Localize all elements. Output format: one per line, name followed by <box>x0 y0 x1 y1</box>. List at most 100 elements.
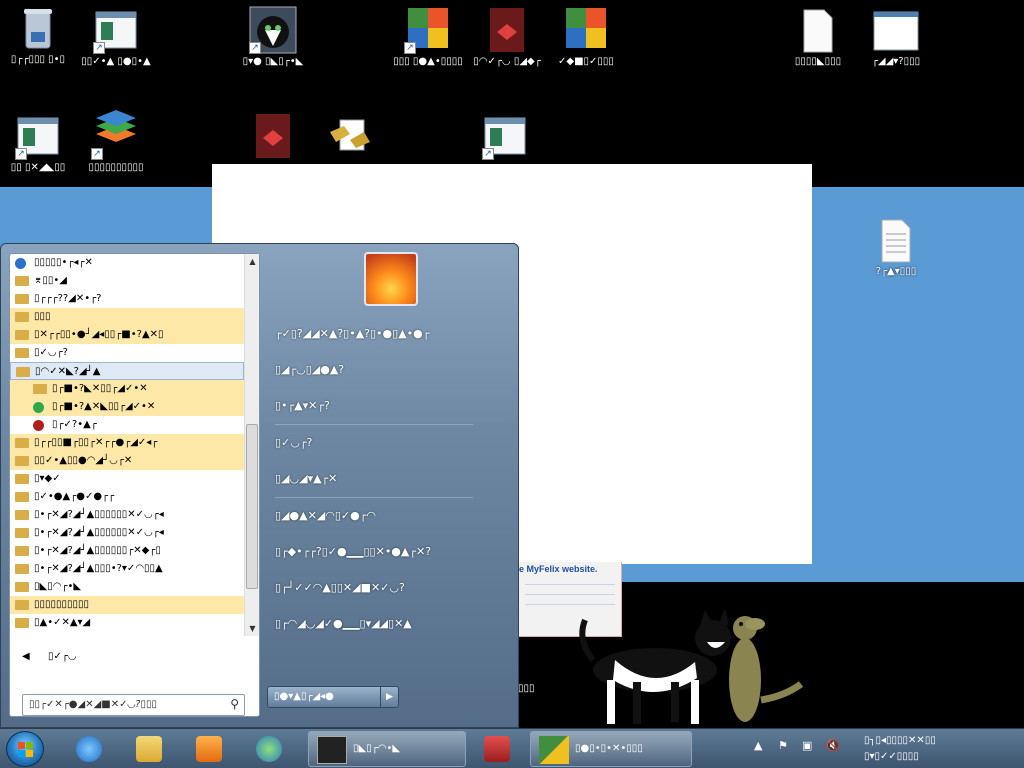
folder-icon <box>15 546 29 556</box>
scrollbar-thumb[interactable] <box>246 424 258 589</box>
desktop-icon-avg2[interactable]: ✓◆■▯✓▯▯▯ <box>536 6 636 68</box>
program-item[interactable]: ▯•┌✕◢?◢┘▲▯▯▯▯▯▯✕✓◡┌◂ <box>10 506 244 524</box>
shortcut-arrow-icon: ↗ <box>249 42 261 54</box>
program-item[interactable]: ▯✓◡┌? <box>10 344 244 362</box>
all-programs-list[interactable]: ▯▯▯▯▯•┌◂┌✕ ⌆▯▯•◢ ▯┌┌┌??◢✕•┌? ▯▯▯ ▯✕┌┌▯▯•●┘◢◂… <box>10 254 244 636</box>
folder-icon <box>15 492 29 502</box>
app-icon <box>33 420 44 431</box>
desktop-icon-app1[interactable]: ↗ ▯▯✓•▲ ▯●▯•▲ <box>66 10 166 68</box>
media-player-icon[interactable] <box>184 733 232 765</box>
cat-thumbnail-icon <box>317 736 347 764</box>
network-icon[interactable]: ▣ <box>802 739 812 752</box>
internet-explorer-icon[interactable] <box>64 733 112 765</box>
volume-muted-icon[interactable]: 🔇 <box>826 739 840 752</box>
right-pane-link[interactable]: ▯◢◡◢▾▲┌✕ <box>263 461 513 497</box>
folder-icon <box>15 510 29 520</box>
scroll-up-arrow-icon[interactable]: ▲ <box>245 254 260 269</box>
program-label: ▯▯▯▯▯▯▯▯▯▯ <box>34 599 90 610</box>
program-item[interactable]: ▯┌■•?◣✕▯▯┌◢✓•✕ <box>10 380 244 398</box>
right-pane-link[interactable]: ▯•┌▲▾✕┌? <box>263 388 513 424</box>
right-pane-link[interactable]: ▯◢┌◡▯◢●▲? <box>263 352 513 388</box>
folder-icon <box>15 348 29 358</box>
shortcut-arrow-icon: ↗ <box>91 148 103 160</box>
program-item[interactable]: ▯▾◆✓ <box>10 470 244 488</box>
program-item[interactable]: ▯✓•●▲┌●✓●┌┌ <box>10 488 244 506</box>
desktop-icon-label-partial: ▯▯▯ <box>518 683 535 694</box>
desktop-icon-cat[interactable]: ↗ ▯▾● ▯◣▯┌•◣ <box>223 6 323 68</box>
file-explorer-icon[interactable] <box>124 733 172 765</box>
icon-label: ▯▯▯▯▯▯▯▯▯▯ <box>88 162 144 173</box>
search-icon[interactable]: ⚲ <box>230 697 239 711</box>
window-app-icon: ↗ <box>15 116 61 160</box>
program-label: ▯✕┌┌▯▯•●┘◢◂▯▯┌■•?▲✕▯ <box>34 329 164 340</box>
program-item[interactable]: ▯▯▯▯▯•┌◂┌✕ <box>10 254 244 272</box>
folder-icon <box>15 276 29 286</box>
folder-icon <box>15 528 29 538</box>
avg-icon <box>562 6 610 54</box>
program-item[interactable]: ▯✕┌┌▯▯•●┘◢◂▯▯┌■•?▲✕▯ <box>10 326 244 344</box>
right-pane-link[interactable]: ▯✓◡┌? <box>263 425 513 461</box>
program-item[interactable]: ▯◣▯◠┌•◣ <box>10 578 244 596</box>
show-hidden-icons-icon[interactable]: ▲ <box>754 739 762 752</box>
taskbar-task-cat[interactable]: ▯◣▯┌◠•◣ <box>308 731 466 767</box>
start-menu[interactable]: ▯▯▯▯▯•┌◂┌✕ ⌆▯▯•◢ ▯┌┌┌??◢✕•┌? ▯▯▯ ▯✕┌┌▯▯•●┘◢◂… <box>0 243 519 728</box>
program-label: ▯◣▯◠┌•◣ <box>34 581 82 592</box>
window-app-icon[interactable]: ↗ <box>482 116 528 160</box>
program-item[interactable]: ▯┌┌┌??◢✕•┌? <box>10 290 244 308</box>
handshake-icon[interactable] <box>326 112 374 160</box>
icon-label: ✓◆■▯✓▯▯▯ <box>558 56 614 67</box>
right-pane-link[interactable]: ┌✓▯?◢◢✕▲?▯•▲?▯•●▯▲•●┌ <box>263 316 513 352</box>
program-item[interactable]: ▯▯▯ <box>10 308 244 326</box>
taskbar-task-avg[interactable]: ▯●▯•▯•✕•▯▯▯ <box>530 731 692 767</box>
program-item[interactable]: ▯┌■•?▲✕◣▯▯┌◢✓•✕ <box>10 398 244 416</box>
red-document-icon[interactable] <box>254 112 292 158</box>
program-item[interactable]: ⌆▯▯•◢ <box>10 272 244 290</box>
right-pane-link[interactable]: ▯┌┘✓✓◠▲▯▯✕◢■✕✓◡? <box>263 570 513 606</box>
avg-icon: ↗ <box>404 6 452 54</box>
program-item[interactable]: ▯•┌✕◢?◢┘▲▯▯▯▯▯▯✕✓◡┌◂ <box>10 524 244 542</box>
program-item[interactable]: ▯◠✓✕◣?◢┘▲ <box>10 362 244 380</box>
folder-icon <box>15 330 29 340</box>
right-pane-link[interactable]: ▯┌◆•┌┌?▯✓●▁▁▯▯✕•●▲┌✕? <box>263 534 513 570</box>
program-label: ▯┌■•?◣✕▯▯┌◢✓•✕ <box>52 383 148 394</box>
shutdown-button[interactable]: ▯●▾▲▯┌◢◂● ▶ <box>267 686 399 708</box>
program-item[interactable]: ▯┌✓?•▲┌ <box>10 416 244 434</box>
task-label: ▯◣▯┌◠•◣ <box>353 743 401 754</box>
shutdown-options-arrow-icon[interactable]: ▶ <box>380 687 398 707</box>
program-item[interactable]: ▯•┌✕◢?◢┘▲▯▯▯▯▯▯┌✕◆┌▯ <box>10 542 244 560</box>
clock-line: ▯▾▯✓✓▯▯▯▯ <box>864 751 919 762</box>
back-button[interactable]: ◀ ▯✓┌◡ <box>10 646 259 668</box>
desktop-icon-win1[interactable]: ┌◢◢▾?▯▯▯ <box>846 10 946 68</box>
clock[interactable]: ▯┐▯◂▯▯▯▯✕✕▯▯ ▯▾▯✓✓▯▯▯▯ <box>864 733 1014 765</box>
right-pane-links: ┌✓▯?◢◢✕▲?▯•▲?▯•●▯▲•●┌ ▯◢┌◡▯◢●▲? ▯•┌▲▾✕┌? ▯✓… <box>263 316 513 642</box>
program-item[interactable]: ▯▯✓•▲▯▯●◠◢┘◡┌✕ <box>10 452 244 470</box>
myfelix-link[interactable]: e MyFelix website. <box>519 564 598 574</box>
folder-icon <box>16 367 30 377</box>
programs-scrollbar[interactable]: ▲ ▼ <box>244 254 259 636</box>
right-pane-link[interactable]: ▯┌◠◢◡◢✓●▁▁▯▾◢◢▯✕▲ <box>263 606 513 642</box>
red-app-icon[interactable] <box>472 733 520 765</box>
program-item[interactable]: ▯┌┌▯▯■┌▯▯┌✕┌┌●┌◢✓◂┌ <box>10 434 244 452</box>
desktop-icon-stack[interactable]: ↗ ▯▯▯▯▯▯▯▯▯▯ <box>66 110 166 174</box>
program-item[interactable]: ▯•┌✕◢?◢┘▲▯▯▯•?▾✓◠▯▯▲ <box>10 560 244 578</box>
program-item[interactable]: ▯▯▯▯▯▯▯▯▯▯ <box>10 596 244 614</box>
program-label: ▯▲•✓✕▲▾◢ <box>34 617 91 628</box>
program-item[interactable]: ▯▲•✓✕▲▾◢ <box>10 614 244 632</box>
blank-document-icon <box>800 8 836 54</box>
recycle-bin-icon <box>21 6 55 52</box>
start-search-box[interactable]: ▯▯┌✓✕┌●◢✕◢■✕✓◡?▯▯▯ ⚲ <box>22 694 245 716</box>
start-orb-icon[interactable] <box>6 731 44 767</box>
desktop-icon-txt1[interactable]: ?┌▲▾▯▯▯ <box>846 218 946 278</box>
window-icon <box>872 10 920 54</box>
user-picture[interactable] <box>364 252 418 306</box>
program-label: ▯•┌✕◢?◢┘▲▯▯▯•?▾✓◠▯▯▲ <box>34 563 163 574</box>
red-document-icon <box>487 6 527 54</box>
app-icon <box>15 258 26 269</box>
shortcut-arrow-icon: ↗ <box>93 42 105 54</box>
action-center-flag-icon[interactable]: ⚑ <box>778 739 788 752</box>
program-label: ▯▯▯▯▯•┌◂┌✕ <box>34 257 93 268</box>
taskbar: ▯◣▯┌◠•◣ ▯●▯•▯•✕•▯▯▯ ▲ ⚑ ▣ 🔇 ▯┐▯◂▯▯▯▯✕✕▯▯… <box>0 728 1024 768</box>
right-pane-link[interactable]: ▯◢●▲✕◢◠▯✓●┌◠ <box>263 498 513 534</box>
scroll-down-arrow-icon[interactable]: ▼ <box>245 621 260 636</box>
globe-icon[interactable] <box>244 733 292 765</box>
